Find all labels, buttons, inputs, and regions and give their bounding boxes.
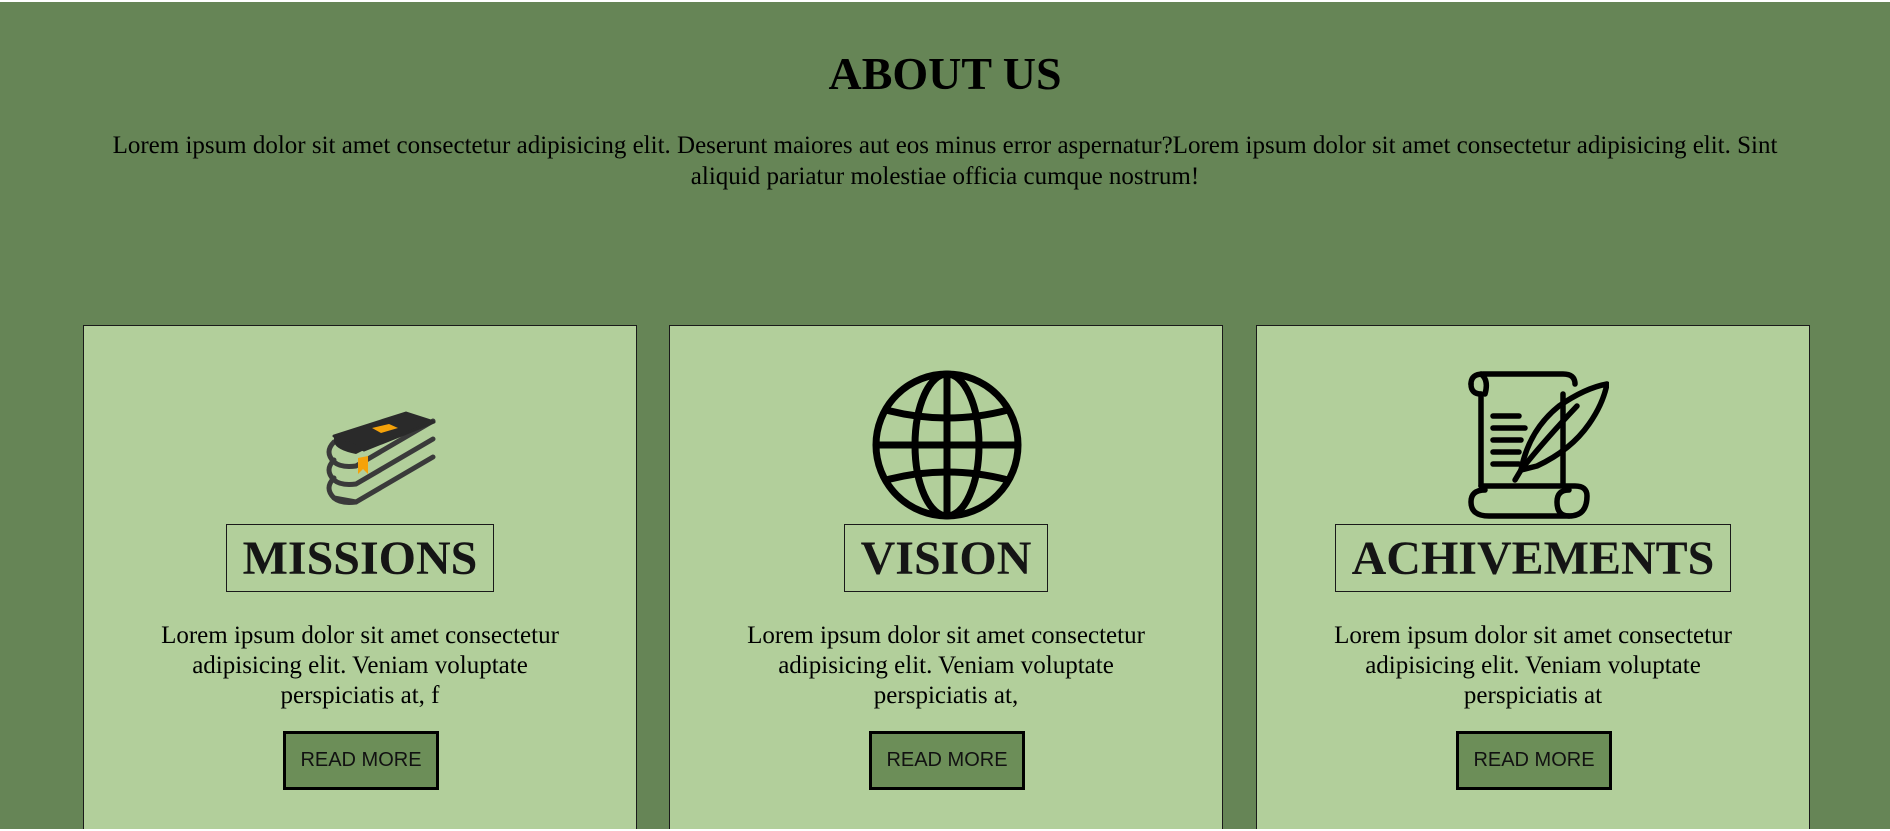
card-text-vision: Lorem ipsum dolor sit amet consectetur a… [747,622,1145,709]
read-more-button-vision[interactable]: READ MORE [869,731,1025,790]
about-description: Lorem ipsum dolor sit amet consectetur a… [112,132,1778,190]
read-more-button-missions[interactable]: READ MORE [283,731,439,790]
card-title-missions: MISSIONS [225,524,495,592]
card-achivements: ACHIVEMENTS Lorem ipsum dolor sit amet c… [1256,325,1810,829]
card-text-achivements: Lorem ipsum dolor sit amet consectetur a… [1334,622,1732,709]
read-more-button-achivements[interactable]: READ MORE [1456,731,1612,790]
card-title-vision: VISION [843,524,1049,592]
scroll-quill-icon [1459,370,1609,520]
globe-icon [872,370,1022,520]
card-missions: MISSIONS Lorem ipsum dolor sit amet cons… [83,325,637,829]
card-vision: VISION Lorem ipsum dolor sit amet consec… [669,325,1223,829]
card-text-missions: Lorem ipsum dolor sit amet consectetur a… [161,622,559,709]
books-icon [286,370,436,520]
page-title: ABOUT US [828,48,1062,99]
card-title-achivements: ACHIVEMENTS [1334,524,1732,592]
about-section: ABOUT US Lorem ipsum dolor sit amet cons… [0,2,1890,829]
